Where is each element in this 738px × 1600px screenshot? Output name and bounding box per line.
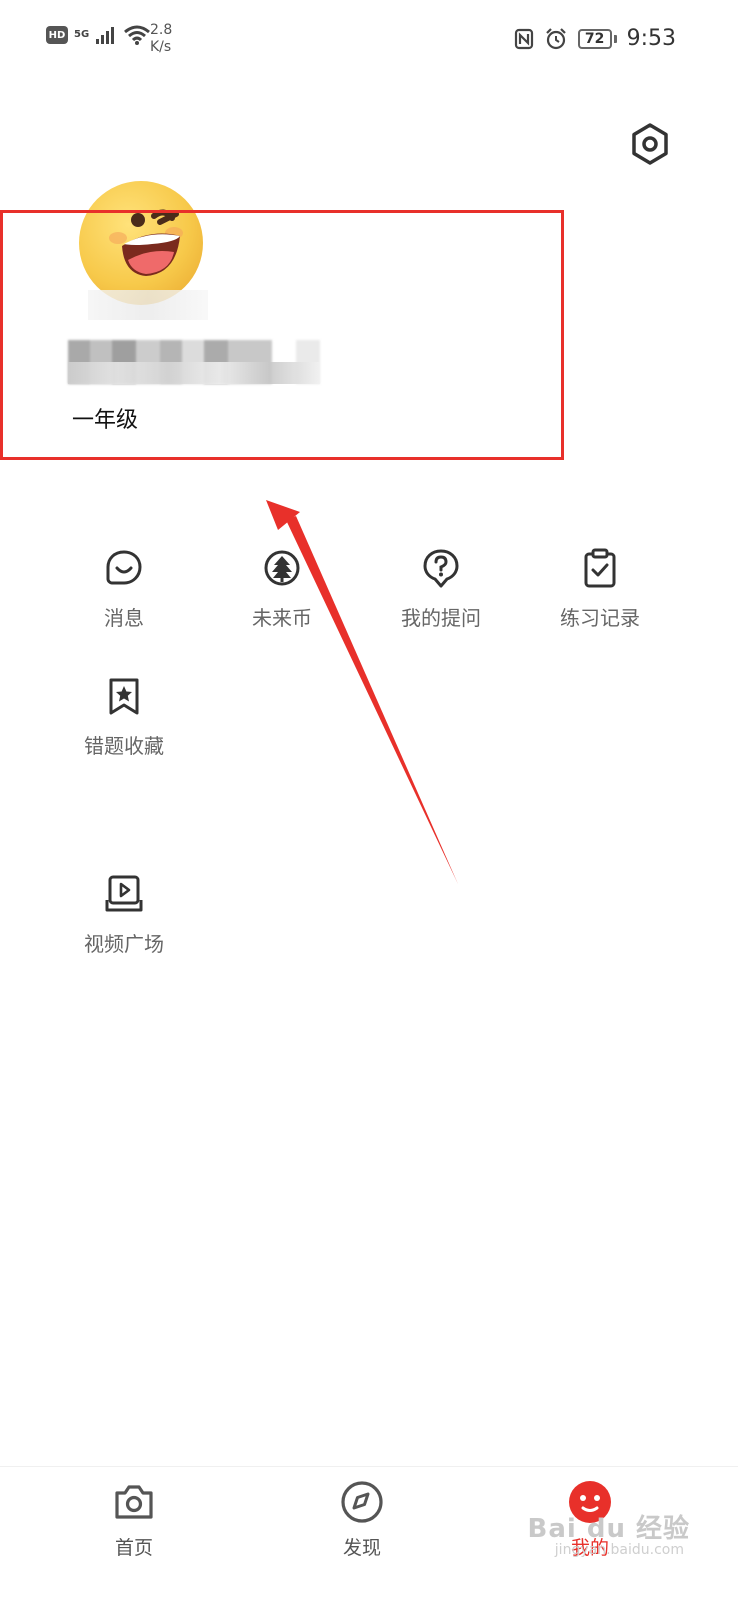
status-right: 72 9:53 bbox=[514, 26, 676, 51]
menu-item-label: 消息 bbox=[104, 606, 144, 630]
menu-item-coins[interactable]: 未来币 bbox=[222, 548, 342, 658]
hd-badge: HD bbox=[46, 26, 68, 44]
nav-home[interactable]: 首页 bbox=[74, 1479, 194, 1560]
speed-unit: K/s bbox=[150, 39, 172, 55]
menu-item-wrong-questions[interactable]: 错题收藏 bbox=[64, 676, 184, 786]
battery-level: 72 bbox=[577, 28, 612, 49]
clock: 9:53 bbox=[626, 26, 676, 51]
network-type: 5G bbox=[74, 29, 90, 40]
nav-label: 发现 bbox=[342, 1537, 381, 1559]
profile-page: HD 5G 2.8 K/s 72 9:53 一年级 消息 未来币 我的提问 练习… bbox=[0, 0, 738, 1600]
watermark-url: jingyan.baidu.com bbox=[554, 1542, 684, 1558]
menu-item-video-plaza[interactable]: 视频广场 bbox=[64, 874, 184, 984]
settings-icon[interactable] bbox=[628, 122, 672, 166]
nav-label: 首页 bbox=[114, 1537, 153, 1559]
annotation-highlight-box bbox=[0, 210, 564, 460]
question-icon bbox=[423, 549, 459, 588]
nfc-icon bbox=[514, 28, 533, 49]
status-left: HD 5G bbox=[46, 24, 151, 46]
compass-icon bbox=[341, 1481, 383, 1523]
video-icon bbox=[105, 875, 143, 912]
menu-item-label: 我的提问 bbox=[401, 606, 481, 630]
bookmark-star-icon bbox=[109, 678, 139, 715]
menu-item-my-questions[interactable]: 我的提问 bbox=[381, 548, 501, 658]
menu-item-label: 错题收藏 bbox=[84, 734, 164, 758]
speed-value: 2.8 bbox=[150, 22, 173, 38]
menu-item-label: 练习记录 bbox=[560, 606, 640, 630]
nav-discover[interactable]: 发现 bbox=[302, 1479, 422, 1560]
menu-item-label: 视频广场 bbox=[84, 932, 164, 956]
camera-icon bbox=[115, 1485, 153, 1519]
menu-item-messages[interactable]: 消息 bbox=[64, 548, 184, 658]
signal-icon bbox=[96, 27, 115, 44]
network-speed: 2.8 K/s bbox=[150, 22, 172, 56]
message-icon bbox=[106, 550, 142, 585]
menu-item-label: 未来币 bbox=[252, 606, 312, 630]
alarm-icon bbox=[545, 27, 566, 49]
menu-item-practice-records[interactable]: 练习记录 bbox=[540, 548, 660, 658]
clipboard-check-icon bbox=[584, 548, 616, 588]
status-bar: HD 5G 2.8 K/s 72 9:53 bbox=[0, 0, 738, 84]
battery-tip bbox=[613, 34, 617, 43]
wifi-icon bbox=[124, 25, 151, 45]
coin-icon bbox=[264, 550, 300, 586]
watermark-brand: Bai du 经验 bbox=[527, 1514, 690, 1544]
